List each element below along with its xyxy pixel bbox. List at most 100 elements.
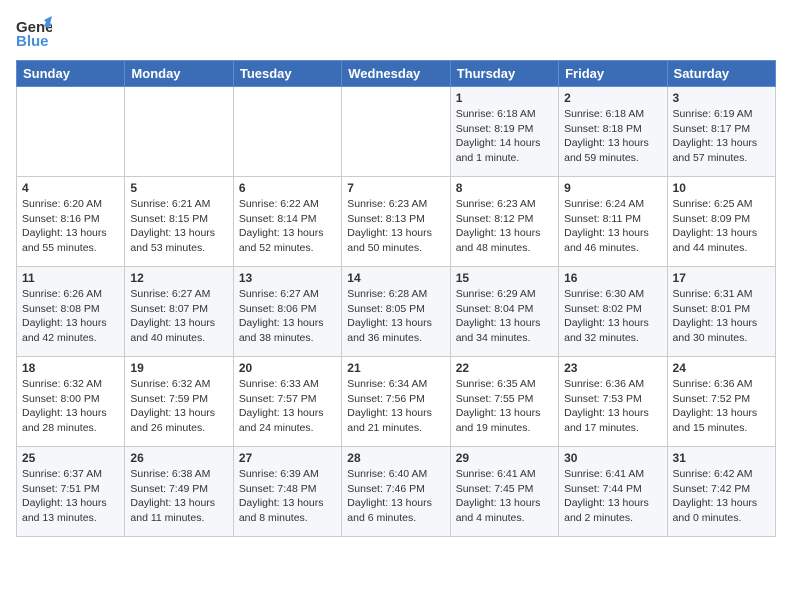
day-info: Sunrise: 6:23 AM Sunset: 8:12 PM Dayligh… bbox=[456, 197, 553, 256]
week-row-4: 18Sunrise: 6:32 AM Sunset: 8:00 PM Dayli… bbox=[17, 357, 776, 447]
calendar-cell: 8 Sunrise: 6:23 AM Sunset: 8:12 PM Daylig… bbox=[450, 177, 558, 267]
day-number: 24 bbox=[673, 361, 770, 375]
day-info: Sunrise: 6:41 AM Sunset: 7:45 PM Dayligh… bbox=[456, 467, 553, 526]
calendar-cell bbox=[233, 87, 341, 177]
weekday-header-row: SundayMondayTuesdayWednesdayThursdayFrid… bbox=[17, 61, 776, 87]
day-number: 15 bbox=[456, 271, 553, 285]
week-row-3: 11 Sunrise: 6:26 AM Sunset: 8:08 PM Dayli… bbox=[17, 267, 776, 357]
calendar-table: SundayMondayTuesdayWednesdayThursdayFrid… bbox=[16, 60, 776, 537]
page-header: General Blue bbox=[16, 16, 776, 52]
calendar-cell: 23 Sunrise: 6:36 AM Sunset: 7:53 PM Dayli… bbox=[559, 357, 667, 447]
weekday-header-wednesday: Wednesday bbox=[342, 61, 450, 87]
day-number: 30 bbox=[564, 451, 661, 465]
day-info: Sunrise: 6:27 AM Sunset: 8:06 PM Dayligh… bbox=[239, 287, 336, 346]
day-info: Sunrise: 6:42 AM Sunset: 7:42 PM Dayligh… bbox=[673, 467, 770, 526]
calendar-cell: 18Sunrise: 6:32 AM Sunset: 8:00 PM Dayli… bbox=[17, 357, 125, 447]
calendar-cell: 2 Sunrise: 6:18 AM Sunset: 8:18 PM Daylig… bbox=[559, 87, 667, 177]
calendar-cell: 29 Sunrise: 6:41 AM Sunset: 7:45 PM Dayli… bbox=[450, 447, 558, 537]
day-info: Sunrise: 6:23 AM Sunset: 8:13 PM Dayligh… bbox=[347, 197, 444, 256]
calendar-cell: 19 Sunrise: 6:32 AM Sunset: 7:59 PM Dayli… bbox=[125, 357, 233, 447]
day-info: Sunrise: 6:20 AM Sunset: 8:16 PM Dayligh… bbox=[22, 197, 119, 256]
calendar-cell: 12 Sunrise: 6:27 AM Sunset: 8:07 PM Dayli… bbox=[125, 267, 233, 357]
calendar-cell: 31 Sunrise: 6:42 AM Sunset: 7:42 PM Dayli… bbox=[667, 447, 775, 537]
day-info: Sunrise: 6:37 AM Sunset: 7:51 PM Dayligh… bbox=[22, 467, 119, 526]
day-number: 13 bbox=[239, 271, 336, 285]
calendar-cell: 30 Sunrise: 6:41 AM Sunset: 7:44 PM Dayli… bbox=[559, 447, 667, 537]
day-number: 5 bbox=[130, 181, 227, 195]
day-number: 22 bbox=[456, 361, 553, 375]
calendar-cell: 7 Sunrise: 6:23 AM Sunset: 8:13 PM Daylig… bbox=[342, 177, 450, 267]
day-info: Sunrise: 6:36 AM Sunset: 7:52 PM Dayligh… bbox=[673, 377, 770, 436]
day-number: 4 bbox=[22, 181, 119, 195]
day-info: Sunrise: 6:21 AM Sunset: 8:15 PM Dayligh… bbox=[130, 197, 227, 256]
day-info: Sunrise: 6:34 AM Sunset: 7:56 PM Dayligh… bbox=[347, 377, 444, 436]
weekday-header-monday: Monday bbox=[125, 61, 233, 87]
day-number: 7 bbox=[347, 181, 444, 195]
calendar-header: SundayMondayTuesdayWednesdayThursdayFrid… bbox=[17, 61, 776, 87]
logo: General Blue bbox=[16, 16, 52, 52]
day-info: Sunrise: 6:38 AM Sunset: 7:49 PM Dayligh… bbox=[130, 467, 227, 526]
day-info: Sunrise: 6:19 AM Sunset: 8:17 PM Dayligh… bbox=[673, 107, 770, 166]
calendar-cell: 22Sunrise: 6:35 AM Sunset: 7:55 PM Dayli… bbox=[450, 357, 558, 447]
week-row-1: 1Sunrise: 6:18 AM Sunset: 8:19 PM Daylig… bbox=[17, 87, 776, 177]
svg-text:Blue: Blue bbox=[16, 33, 49, 50]
day-info: Sunrise: 6:28 AM Sunset: 8:05 PM Dayligh… bbox=[347, 287, 444, 346]
calendar-cell: 17 Sunrise: 6:31 AM Sunset: 8:01 PM Dayli… bbox=[667, 267, 775, 357]
day-info: Sunrise: 6:22 AM Sunset: 8:14 PM Dayligh… bbox=[239, 197, 336, 256]
day-info: Sunrise: 6:18 AM Sunset: 8:18 PM Dayligh… bbox=[564, 107, 661, 166]
day-number: 31 bbox=[673, 451, 770, 465]
weekday-header-saturday: Saturday bbox=[667, 61, 775, 87]
day-number: 11 bbox=[22, 271, 119, 285]
day-number: 3 bbox=[673, 91, 770, 105]
weekday-header-thursday: Thursday bbox=[450, 61, 558, 87]
day-info: Sunrise: 6:32 AM Sunset: 7:59 PM Dayligh… bbox=[130, 377, 227, 436]
calendar-cell: 6 Sunrise: 6:22 AM Sunset: 8:14 PM Daylig… bbox=[233, 177, 341, 267]
day-info: Sunrise: 6:31 AM Sunset: 8:01 PM Dayligh… bbox=[673, 287, 770, 346]
calendar-body: 1Sunrise: 6:18 AM Sunset: 8:19 PM Daylig… bbox=[17, 87, 776, 537]
day-number: 14 bbox=[347, 271, 444, 285]
day-info: Sunrise: 6:26 AM Sunset: 8:08 PM Dayligh… bbox=[22, 287, 119, 346]
day-number: 2 bbox=[564, 91, 661, 105]
logo-icon: General Blue bbox=[16, 16, 52, 52]
calendar-cell: 20 Sunrise: 6:33 AM Sunset: 7:57 PM Dayli… bbox=[233, 357, 341, 447]
day-number: 27 bbox=[239, 451, 336, 465]
day-number: 29 bbox=[456, 451, 553, 465]
day-number: 21 bbox=[347, 361, 444, 375]
day-number: 18 bbox=[22, 361, 119, 375]
calendar-cell: 11 Sunrise: 6:26 AM Sunset: 8:08 PM Dayli… bbox=[17, 267, 125, 357]
day-number: 8 bbox=[456, 181, 553, 195]
calendar-cell bbox=[125, 87, 233, 177]
day-info: Sunrise: 6:33 AM Sunset: 7:57 PM Dayligh… bbox=[239, 377, 336, 436]
day-number: 20 bbox=[239, 361, 336, 375]
calendar-cell bbox=[342, 87, 450, 177]
calendar-cell: 13 Sunrise: 6:27 AM Sunset: 8:06 PM Dayli… bbox=[233, 267, 341, 357]
calendar-cell: 28Sunrise: 6:40 AM Sunset: 7:46 PM Dayli… bbox=[342, 447, 450, 537]
day-info: Sunrise: 6:30 AM Sunset: 8:02 PM Dayligh… bbox=[564, 287, 661, 346]
day-number: 19 bbox=[130, 361, 227, 375]
calendar-cell: 26 Sunrise: 6:38 AM Sunset: 7:49 PM Dayli… bbox=[125, 447, 233, 537]
day-info: Sunrise: 6:36 AM Sunset: 7:53 PM Dayligh… bbox=[564, 377, 661, 436]
day-info: Sunrise: 6:29 AM Sunset: 8:04 PM Dayligh… bbox=[456, 287, 553, 346]
weekday-header-sunday: Sunday bbox=[17, 61, 125, 87]
day-info: Sunrise: 6:40 AM Sunset: 7:46 PM Dayligh… bbox=[347, 467, 444, 526]
day-number: 9 bbox=[564, 181, 661, 195]
day-number: 16 bbox=[564, 271, 661, 285]
day-number: 25 bbox=[22, 451, 119, 465]
day-number: 26 bbox=[130, 451, 227, 465]
day-number: 17 bbox=[673, 271, 770, 285]
calendar-cell: 15 Sunrise: 6:29 AM Sunset: 8:04 PM Dayli… bbox=[450, 267, 558, 357]
day-info: Sunrise: 6:27 AM Sunset: 8:07 PM Dayligh… bbox=[130, 287, 227, 346]
calendar-cell: 24 Sunrise: 6:36 AM Sunset: 7:52 PM Dayli… bbox=[667, 357, 775, 447]
calendar-cell: 3 Sunrise: 6:19 AM Sunset: 8:17 PM Daylig… bbox=[667, 87, 775, 177]
day-info: Sunrise: 6:41 AM Sunset: 7:44 PM Dayligh… bbox=[564, 467, 661, 526]
calendar-cell: 16 Sunrise: 6:30 AM Sunset: 8:02 PM Dayli… bbox=[559, 267, 667, 357]
calendar-cell: 10Sunrise: 6:25 AM Sunset: 8:09 PM Dayli… bbox=[667, 177, 775, 267]
weekday-header-friday: Friday bbox=[559, 61, 667, 87]
day-number: 12 bbox=[130, 271, 227, 285]
calendar-cell: 14 Sunrise: 6:28 AM Sunset: 8:05 PM Dayli… bbox=[342, 267, 450, 357]
day-number: 1 bbox=[456, 91, 553, 105]
day-number: 23 bbox=[564, 361, 661, 375]
day-info: Sunrise: 6:24 AM Sunset: 8:11 PM Dayligh… bbox=[564, 197, 661, 256]
day-number: 6 bbox=[239, 181, 336, 195]
calendar-cell: 1Sunrise: 6:18 AM Sunset: 8:19 PM Daylig… bbox=[450, 87, 558, 177]
